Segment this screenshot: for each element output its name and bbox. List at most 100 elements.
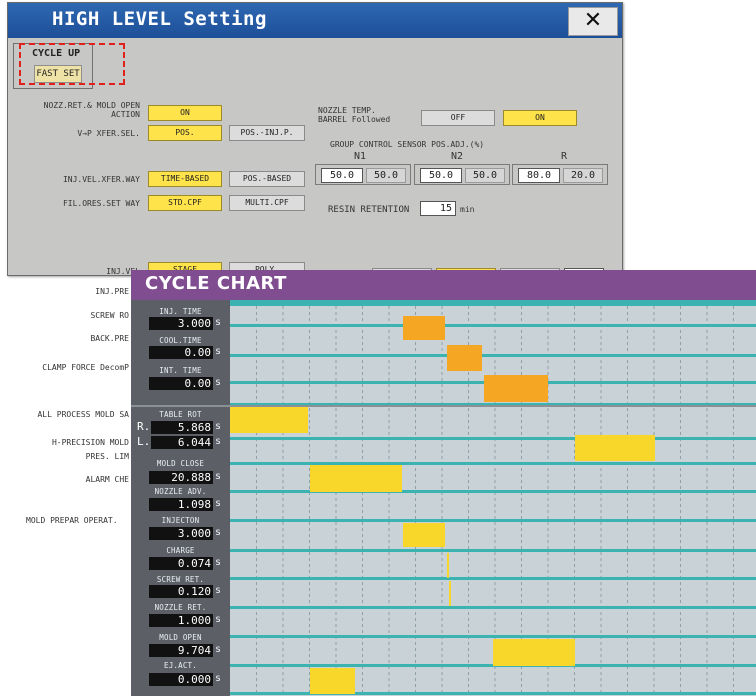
timeline-track-line [230,549,756,552]
int-time-unit: s [215,377,222,388]
mold-close-unit: s [215,471,222,482]
mold-open-unit: s [215,644,222,655]
mold-close-bar [310,465,402,492]
timeline-track-line [230,606,756,609]
cool-time-value: 0.00 [149,346,213,359]
ej-act-unit: s [215,673,222,684]
cycle-chart-label-panel: INJ. TIME 3.000 s COOL.TIME 0.00 s INT. … [131,300,230,696]
int-time-bar [484,375,548,402]
timeline-track-line [230,324,756,327]
screw-ret-label: SCREW RET. [156,575,205,584]
table-rot-l-unit: s [215,436,222,447]
close-button[interactable]: ✕ [568,7,618,36]
injecton-label: INJECTON [161,516,200,525]
n1-value-a[interactable]: 50.0 [321,168,363,183]
group-col-r: R [561,151,568,162]
cycle-chart-title: CYCLE CHART [145,273,287,294]
title-bar: HIGH LEVEL Setting ✕ [8,3,622,38]
partial-label-alarm-che: ALARM CHE [85,475,129,484]
window-title: HIGH LEVEL Setting [52,8,267,30]
partial-label-back-pre: BACK.PRE [90,334,129,343]
timeline-group-divider [230,405,756,407]
screw-ret-value: 0.120 [149,585,213,598]
timeline-track-line [230,437,756,440]
inj-time-unit: s [215,317,222,328]
nozzle-ret-unit: s [215,614,222,625]
partial-label-pres-lim: PRES. LIM [85,452,129,461]
group-control-header: GROUP CONTROL SENSOR POS.ADJ.(%) [330,140,485,149]
table-rot-r-unit: s [215,421,222,432]
n1-value-b: 50.0 [366,168,406,183]
vp-xfer-sel-label: V→P XFER.SEL. [77,129,140,138]
mold-open-value: 9.704 [149,644,213,657]
nozzle-ret-label: NOZZLE RET. [154,603,207,612]
nozzle-temp-label: NOZZLE TEMP. BARREL Followed [318,106,391,124]
charge-unit: s [215,557,222,568]
cool-time-unit: s [215,346,222,357]
vp-pos-button[interactable]: POS. [148,125,222,141]
table-rot-label: TABLE ROT [159,410,202,419]
pos-based-button[interactable]: POS.-BASED [229,171,305,187]
resin-retention-label: RESIN RETENTION [328,205,410,215]
r-value-a[interactable]: 80.0 [518,168,560,183]
r-value-b: 20.0 [563,168,603,183]
partial-label-h-precision: H-PRECISION MOLD [51,438,129,447]
timeline-top-strip [230,300,756,306]
resin-retention-input[interactable]: 15 [420,201,456,216]
partial-label-clamp-force: CLAMP FORCE DecomP [42,363,129,372]
timeline-track-line [230,519,756,522]
nozz-ret-on-button[interactable]: ON [148,105,222,121]
mold-open-bar [493,639,575,666]
inj-time-value: 3.000 [149,317,213,330]
cool-time-label: COOL.TIME [159,336,202,345]
timeline-track-line [230,635,756,638]
ej-act-bar [310,668,355,694]
mold-open-label: MOLD OPEN [159,633,202,642]
timeline-track-line [230,490,756,493]
table-rot-l-bar [575,435,655,461]
fil-ores-set-way-label: FIL.ORES.SET WAY [62,199,140,208]
nozz-ret-mold-open-label: NOZZ.RET.& MOLD OPEN ACTION [43,101,140,119]
nozzle-adv-unit: s [215,498,222,509]
int-time-label: INT. TIME [159,366,202,375]
table-rot-l-label: L. [137,435,151,448]
vp-pos-inj-button[interactable]: POS.-INJ.P. [229,125,305,141]
multi-cpf-button[interactable]: MULTI.CPF [229,195,305,211]
nozzle-temp-on-button[interactable]: ON [503,110,577,126]
mold-close-label: MOLD CLOSE [156,459,205,468]
nozzle-temp-off-button[interactable]: OFF [421,110,495,126]
cycle-chart-title-bar: CYCLE CHART [131,270,756,300]
int-time-value: 0.00 [149,377,213,390]
partial-label-screw-rot: SCREW RO [90,311,129,320]
table-rot-r-value: 5.868 [151,421,213,434]
timeline-track-line [230,462,756,465]
partial-label-mold-prepar: MOLD PREPAR OPERAT. [26,516,118,525]
inj-time-label: INJ. TIME [159,307,202,316]
timeline-track-line [230,354,756,357]
injection-bar [403,523,445,547]
mold-close-value: 20.888 [149,471,213,484]
timeline-track-line [230,692,756,695]
timeline-track-line [230,577,756,580]
highlight-outline [19,43,125,85]
high-level-setting-window: HIGH LEVEL Setting ✕ CYCLE UP FAST SET N… [7,2,623,276]
nozzle-adv-value: 1.098 [149,498,213,511]
cycle-chart-timeline [230,300,756,696]
time-based-button[interactable]: TIME-BASED [148,171,222,187]
charge-bar [447,553,449,578]
nozzle-ret-value: 1.000 [149,614,213,627]
screw-ret-bar [449,581,451,606]
ej-act-label: EJ.ACT. [163,661,197,670]
charge-value: 0.074 [149,557,213,570]
screw-ret-unit: s [215,585,222,596]
inj-time-bar [403,316,445,340]
table-rot-r-bar [230,407,308,433]
injecton-unit: s [215,527,222,538]
std-cpf-button[interactable]: STD.CPF [148,195,222,211]
timeline-svg [230,300,756,696]
n2-value-a[interactable]: 50.0 [420,168,462,183]
partial-label-all-process: ALL PROCESS MOLD SA [37,410,129,419]
group-col-n1: N1 [354,151,367,162]
cycle-chart-window: CYCLE CHART INJ. TIME 3.000 s COOL.TIME … [131,270,756,696]
inj-vel-xfer-way-label: INJ.VEL.XFER.WAY [62,175,140,184]
